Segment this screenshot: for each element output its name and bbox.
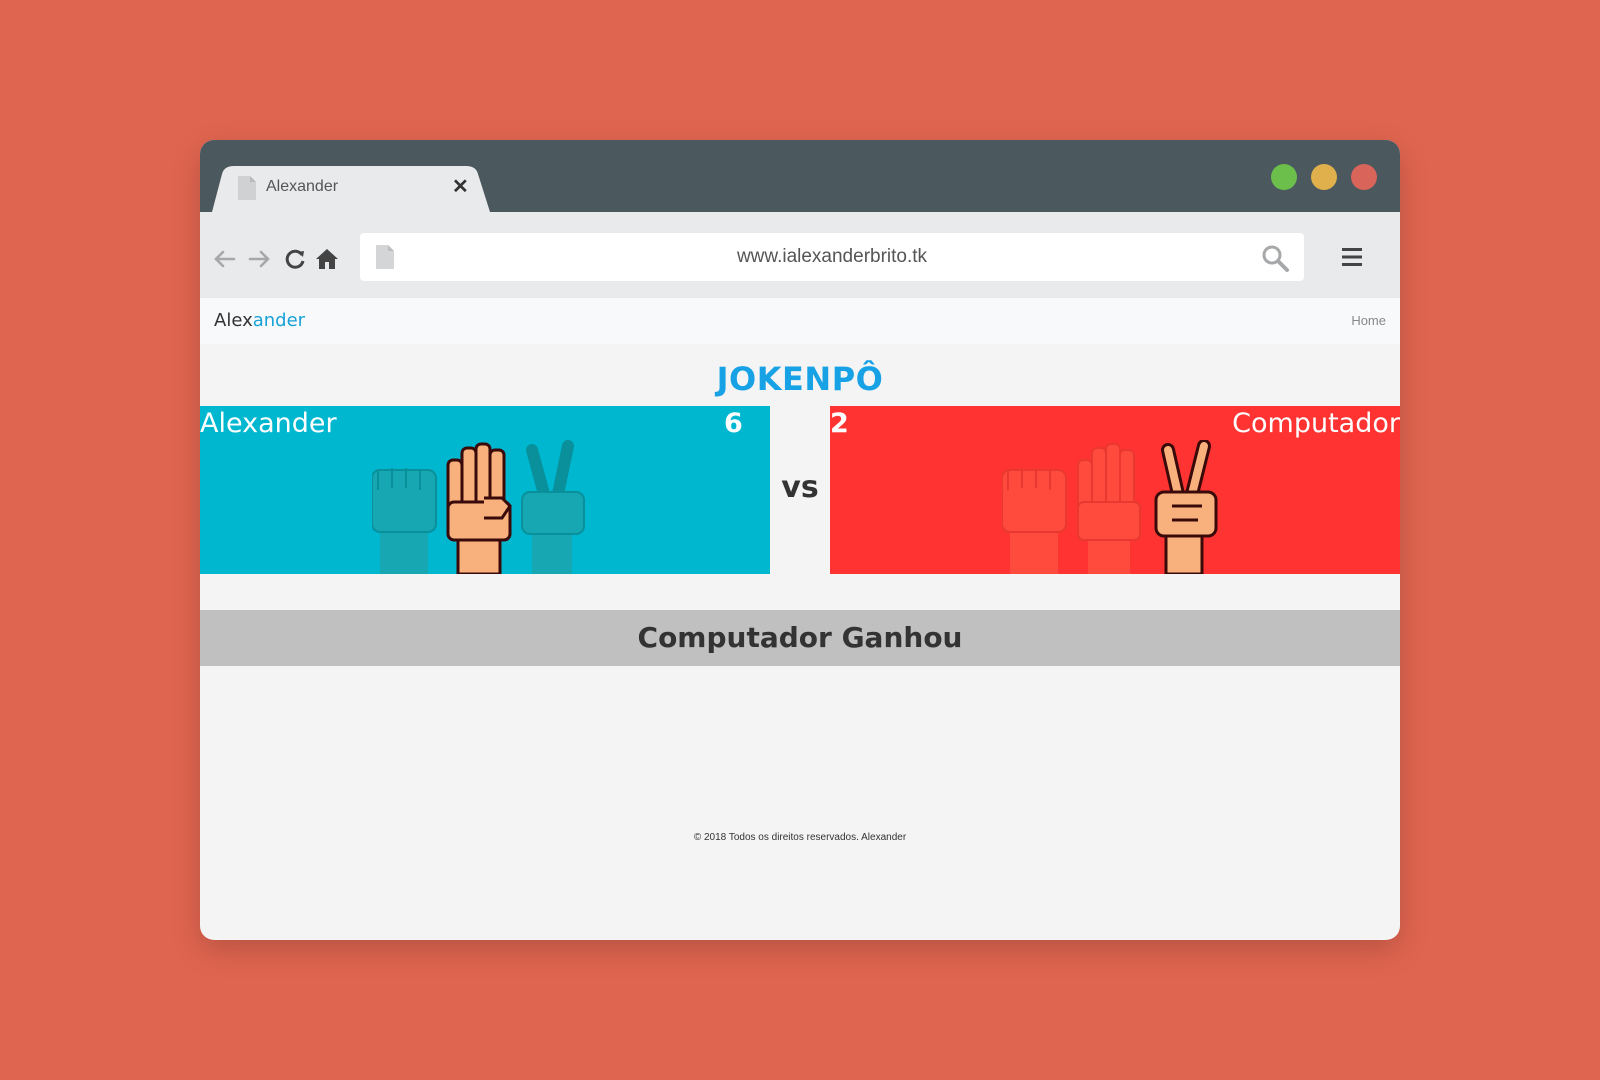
- brand-part-2: ander: [252, 310, 306, 331]
- window-minimize-button[interactable]: [1311, 164, 1337, 190]
- site-navbar: Alexander Home: [200, 298, 1400, 344]
- nav-home-link[interactable]: Home: [1351, 313, 1386, 328]
- rock-hand-icon[interactable]: [372, 468, 437, 574]
- site-brand-link[interactable]: Alexander: [214, 310, 305, 331]
- result-text: Computador Ganhou: [637, 621, 963, 654]
- computer-score: 2: [830, 408, 849, 439]
- url-text: www.ialexanderbrito.tk: [736, 246, 928, 267]
- window-close-button[interactable]: [1351, 164, 1377, 190]
- versus-label: vs: [781, 470, 819, 505]
- reload-icon[interactable]: [282, 246, 308, 272]
- game-title: JOKENPÔ: [716, 360, 884, 398]
- document-icon: [238, 176, 256, 200]
- footer-text: © 2018 Todos os direitos reservados. Ale…: [693, 832, 907, 843]
- computer-hands-image: [1002, 440, 1218, 574]
- player-panel: Alexander 6: [200, 406, 770, 574]
- player-name: Alexander: [200, 408, 337, 439]
- player-hands-image: [372, 440, 585, 574]
- scissors-hand-icon: [1154, 440, 1218, 574]
- computer-name: Computador: [1232, 408, 1400, 439]
- address-bar[interactable]: www.ialexanderbrito.tk: [360, 233, 1304, 281]
- forward-arrow-icon[interactable]: [246, 246, 272, 272]
- back-arrow-icon[interactable]: [212, 246, 238, 272]
- brand-part-1: Alex: [214, 310, 253, 331]
- paper-hand-icon: [1077, 443, 1141, 574]
- rock-hand-icon: [1002, 468, 1067, 574]
- computer-panel: 2 Computador: [830, 406, 1400, 574]
- hamburger-menu-icon[interactable]: [1340, 245, 1364, 269]
- tab-title: Alexander: [266, 178, 339, 195]
- result-bar: Computador Ganhou: [200, 610, 1400, 666]
- close-icon[interactable]: ✕: [452, 174, 469, 199]
- home-icon[interactable]: [314, 246, 340, 272]
- player-score: 6: [724, 408, 743, 439]
- search-icon[interactable]: [1260, 243, 1290, 273]
- window-maximize-button[interactable]: [1271, 164, 1297, 190]
- browser-window: Alexander ✕ www.ialexanderbrito.tk Alexa…: [200, 140, 1400, 940]
- scissors-hand-icon[interactable]: [521, 440, 585, 574]
- paper-hand-icon[interactable]: [446, 442, 512, 574]
